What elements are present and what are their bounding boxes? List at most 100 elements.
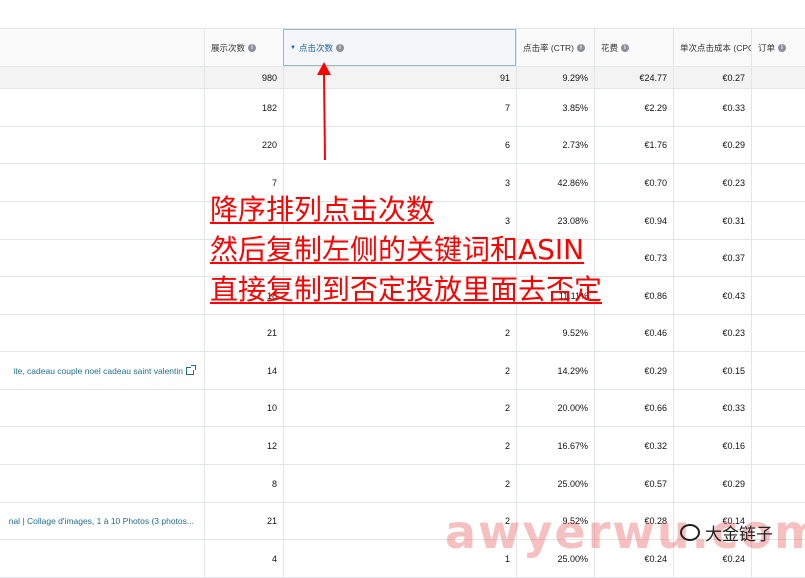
external-link-icon[interactable] xyxy=(186,364,196,375)
header-spend-label: 花费 xyxy=(601,42,619,53)
cell-orders xyxy=(751,465,805,502)
table-header: 展示次数 i ▼ 点击次数 i 点击率 (CTR) i 花费 i 单次点击成本 (CPC)… xyxy=(0,28,805,67)
summary-spend: €24.77 xyxy=(594,67,673,88)
cell-spend: €0.32 xyxy=(594,427,673,464)
cell-spend: €0.46 xyxy=(594,314,673,351)
sort-descending-icon: ▼ xyxy=(290,44,296,51)
cell-impressions: 21 xyxy=(204,502,283,539)
summary-clicks: 91 xyxy=(283,67,516,88)
cell-term xyxy=(0,314,204,351)
search-term-link[interactable]: nal | Collage d'images, 1 à 10 Photos (3… xyxy=(9,516,194,526)
table-row: 8 2 25.00% €0.57 €0.29 xyxy=(0,465,805,503)
cell-orders xyxy=(751,239,805,276)
wechat-icon xyxy=(680,524,700,541)
cell-term[interactable]: ite, cadeau couple noel cadeau saint val… xyxy=(0,352,204,389)
header-cpc[interactable]: 单次点击成本 (CPC) xyxy=(673,29,751,66)
header-orders-label: 订单 xyxy=(758,42,776,53)
cell-impressions: 12 xyxy=(204,427,283,464)
header-ctr[interactable]: 点击率 (CTR) i xyxy=(516,29,594,66)
cell-term xyxy=(0,465,204,502)
cell-ctr: 14.29% xyxy=(516,352,594,389)
info-icon[interactable]: i xyxy=(335,43,344,52)
table-row: ite, cadeau couple noel cadeau saint val… xyxy=(0,352,805,390)
cell-term xyxy=(0,277,204,314)
cell-clicks: 2 xyxy=(283,314,516,351)
annotation-line-3: 直接复制到否定投放里面去否定 xyxy=(210,273,603,306)
cell-spend: €2.29 xyxy=(594,89,673,126)
cell-clicks: 7 xyxy=(283,89,516,126)
table-row: 12 2 16.67% €0.32 €0.16 xyxy=(0,427,805,465)
annotation-text: 降序排列点击次数 然后复制左侧的关键词和ASIN 直接复制到否定投放里面去否定 xyxy=(210,190,602,310)
table-row: 182 7 3.85% €2.29 €0.33 xyxy=(0,89,805,127)
cell-ctr: 2.73% xyxy=(516,126,594,163)
cell-spend: €0.70 xyxy=(594,164,673,201)
cell-orders xyxy=(751,352,805,389)
cell-term[interactable]: nal | Collage d'images, 1 à 10 Photos (3… xyxy=(0,502,204,539)
annotation-line-2: 然后复制左侧的关键词和ASIN xyxy=(210,233,585,266)
info-icon[interactable]: i xyxy=(577,43,585,52)
cell-spend: €0.73 xyxy=(594,239,673,276)
cell-cpc: €0.37 xyxy=(673,239,751,276)
cell-spend: €0.57 xyxy=(594,465,673,502)
cell-term xyxy=(0,239,204,276)
cell-ctr: 3.85% xyxy=(516,89,594,126)
cell-ctr: 16.67% xyxy=(516,427,594,464)
cell-ctr: 25.00% xyxy=(516,465,594,502)
summary-orders xyxy=(751,67,805,88)
cell-cpc: €0.33 xyxy=(673,389,751,426)
info-icon[interactable]: i xyxy=(248,43,257,52)
cell-orders xyxy=(751,164,805,201)
header-orders[interactable]: 订单 i xyxy=(751,29,805,66)
annotation-line-1: 降序排列点击次数 xyxy=(210,193,435,226)
cell-term xyxy=(0,126,204,163)
cell-term xyxy=(0,389,204,426)
summary-row: 980 91 9.29% €24.77 €0.27 xyxy=(0,67,805,89)
cell-cpc: €0.43 xyxy=(673,277,751,314)
cell-clicks: 6 xyxy=(283,126,516,163)
cell-orders xyxy=(751,126,805,163)
cell-ctr: 9.52% xyxy=(516,314,594,351)
cell-orders xyxy=(751,314,805,351)
header-ctr-label: 点击率 (CTR) xyxy=(523,42,574,53)
summary-cpc: €0.27 xyxy=(673,67,751,88)
cell-orders xyxy=(751,389,805,426)
header-spend[interactable]: 花费 i xyxy=(594,29,673,66)
cell-cpc: €0.29 xyxy=(673,126,751,163)
cell-cpc: €0.16 xyxy=(673,427,751,464)
header-clicks-sorted[interactable]: ▼ 点击次数 i xyxy=(283,29,516,66)
cell-ctr: 20.00% xyxy=(516,389,594,426)
watermark-label: 大金链子 xyxy=(680,520,773,545)
cell-orders xyxy=(751,427,805,464)
header-impressions[interactable]: 展示次数 i xyxy=(204,29,283,66)
table-row: 21 2 9.52% €0.46 €0.23 xyxy=(0,314,805,352)
cell-orders xyxy=(751,89,805,126)
info-icon[interactable]: i xyxy=(778,43,787,52)
summary-impressions: 980 xyxy=(204,67,283,88)
cell-term xyxy=(0,427,204,464)
cell-clicks: 2 xyxy=(283,352,516,389)
cell-impressions: 4 xyxy=(204,540,283,577)
cell-cpc: €0.15 xyxy=(673,352,751,389)
cell-impressions: 14 xyxy=(204,352,283,389)
cell-impressions: 220 xyxy=(204,126,283,163)
info-icon[interactable]: i xyxy=(621,43,630,52)
table-row: 10 2 20.00% €0.66 €0.33 xyxy=(0,389,805,427)
cell-term xyxy=(0,89,204,126)
cell-clicks: 2 xyxy=(283,427,516,464)
cell-orders xyxy=(751,202,805,239)
cell-spend: €0.94 xyxy=(594,202,673,239)
cell-orders xyxy=(751,277,805,314)
cell-term xyxy=(0,540,204,577)
cell-cpc: €0.31 xyxy=(673,202,751,239)
cell-spend: €0.86 xyxy=(594,277,673,314)
cell-spend: €1.76 xyxy=(594,126,673,163)
cell-cpc: €0.29 xyxy=(673,465,751,502)
summary-ctr: 9.29% xyxy=(516,67,594,88)
cell-clicks: 2 xyxy=(283,465,516,502)
search-term-link[interactable]: ite, cadeau couple noel cadeau saint val… xyxy=(13,366,183,376)
cell-spend: €0.66 xyxy=(594,389,673,426)
header-cpc-label: 单次点击成本 (CPC) xyxy=(680,42,751,53)
watermark-label-text: 大金链子 xyxy=(705,525,773,545)
cell-impressions: 182 xyxy=(204,89,283,126)
header-term-column xyxy=(0,29,204,66)
